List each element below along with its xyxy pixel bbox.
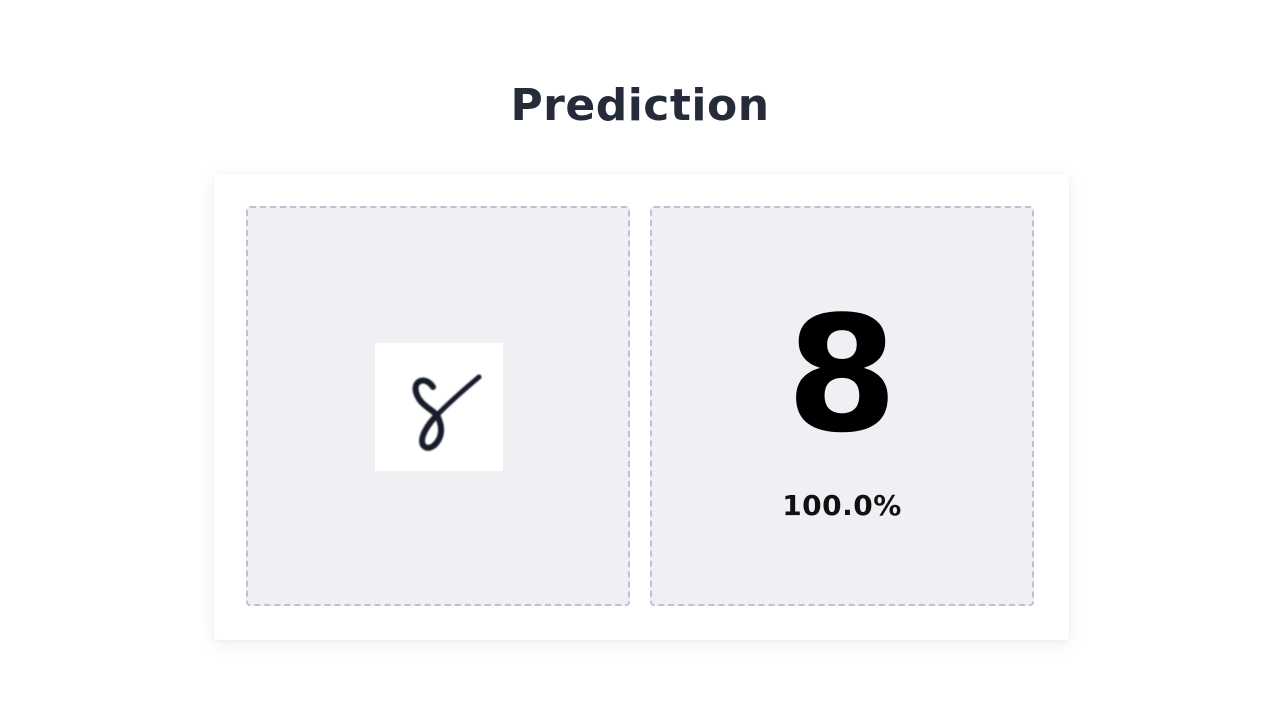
prediction-page: Prediction 8 100.0% <box>0 0 1280 720</box>
handwritten-digit-icon <box>412 374 482 451</box>
page-title: Prediction <box>510 80 770 131</box>
handwritten-digit-image <box>375 343 503 471</box>
input-image-panel <box>246 206 630 606</box>
prediction-confidence: 100.0% <box>782 489 902 522</box>
prediction-card: 8 100.0% <box>214 174 1069 640</box>
predicted-digit: 8 <box>786 281 898 468</box>
prediction-result-panel: 8 100.0% <box>650 206 1034 606</box>
